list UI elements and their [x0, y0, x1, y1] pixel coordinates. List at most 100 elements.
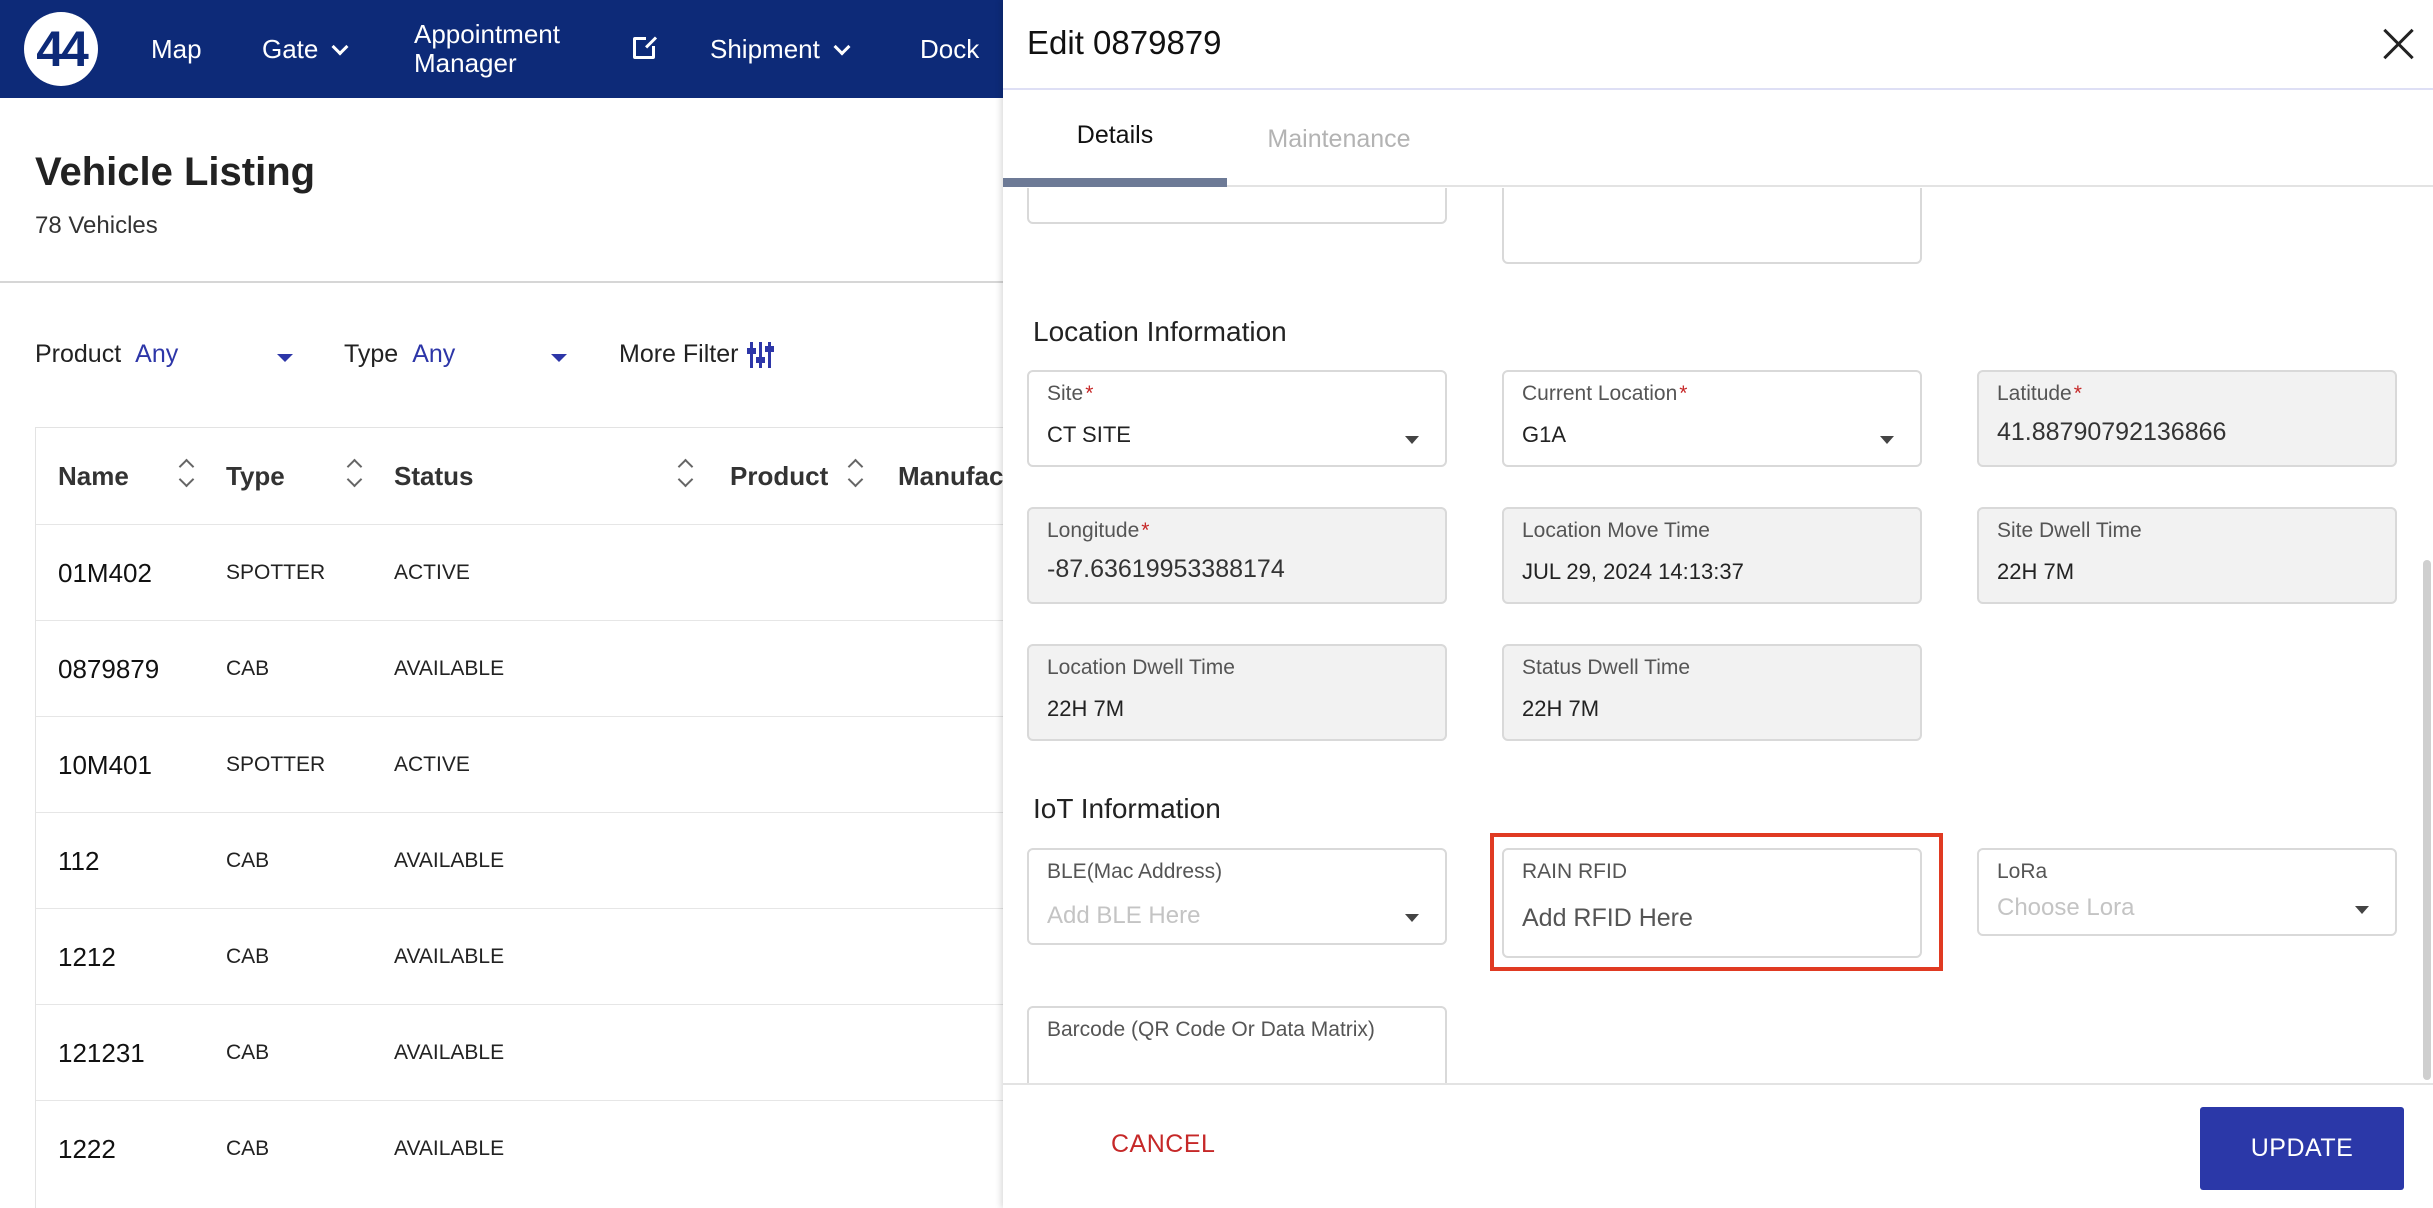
drawer-title: Edit 0879879 [1027, 24, 1222, 61]
nav-item-appointment-manager[interactable]: Appointment Manager [414, 0, 560, 98]
column-header-label: Status [394, 460, 474, 491]
status-dwell-time-field: Status Dwell Time 22H 7M [1502, 644, 1922, 741]
dropdown-arrow-icon[interactable] [2355, 906, 2369, 914]
nav-item-shipment[interactable]: Shipment [710, 0, 851, 98]
close-icon[interactable] [2377, 22, 2421, 66]
latitude-field[interactable]: Latitude* 41.88790792136866 [1977, 370, 2397, 467]
sort-icon[interactable] [178, 458, 194, 488]
dropdown-arrow-icon[interactable] [1880, 436, 1894, 444]
latitude-value: 41.88790792136866 [1997, 418, 2227, 446]
nav-item-map[interactable]: Map [151, 0, 202, 98]
cell-status: AVAILABLE [394, 1041, 505, 1064]
external-link-icon[interactable] [633, 34, 658, 59]
table-row[interactable]: 0879879 CAB AVAILABLE [36, 620, 1004, 716]
iot-section-title: IoT Information [1033, 793, 1221, 824]
cell-status: ACTIVE [394, 561, 470, 584]
product-filter-label: Product [35, 340, 122, 368]
cell-type: CAB [226, 849, 270, 872]
cancel-button[interactable]: CANCEL [1111, 1130, 1215, 1159]
barcode-label: Barcode (QR Code Or Data Matrix) [1047, 1018, 1375, 1041]
sort-icon[interactable] [677, 458, 693, 488]
edit-vehicle-drawer: Edit 0879879 Details Maintenance Locatio… [1003, 0, 2433, 1208]
longitude-field[interactable]: Longitude* -87.63619953388174 [1027, 507, 1447, 604]
current-location-label: Current Location* [1522, 382, 1688, 405]
filter-sliders-icon [747, 341, 775, 368]
ble-placeholder: Add BLE Here [1047, 902, 1201, 929]
ble-mac-address-select[interactable]: BLE(Mac Address) Add BLE Here [1027, 848, 1447, 945]
column-header-product[interactable]: Product [730, 428, 828, 524]
nav-item-dock[interactable]: Dock [920, 0, 979, 98]
type-filter-value[interactable]: Any [412, 340, 455, 369]
drawer-scrollbar[interactable] [2423, 560, 2431, 1080]
current-location-select[interactable]: Current Location* G1A [1502, 370, 1922, 467]
cell-name: 112 [58, 845, 100, 876]
sort-icon[interactable] [847, 458, 863, 488]
app-logo[interactable]: 44 [24, 12, 98, 86]
drawer-header: Edit 0879879 [1003, 0, 2433, 90]
location-dwell-time-label: Location Dwell Time [1047, 656, 1235, 679]
scrolled-field-partial[interactable] [1027, 188, 1447, 224]
location-move-time-value: JUL 29, 2024 14:13:37 [1522, 559, 1744, 584]
lora-label: LoRa [1997, 860, 2048, 883]
chevron-down-icon [833, 38, 851, 56]
column-header-label: Manufact [898, 460, 1013, 491]
cell-type: CAB [226, 1041, 270, 1064]
sort-icon[interactable] [346, 458, 362, 488]
longitude-value: -87.63619953388174 [1047, 555, 1285, 583]
cell-status: AVAILABLE [394, 945, 505, 968]
nav-item-label: Appointment [414, 19, 560, 49]
product-filter-caret-icon[interactable] [277, 354, 293, 362]
nav-item-label: Shipment [710, 33, 820, 64]
more-filter-button[interactable]: More Filter [619, 340, 775, 369]
product-filter-value[interactable]: Any [135, 340, 178, 369]
cell-type: CAB [226, 657, 270, 680]
scrolled-textarea-partial[interactable] [1502, 188, 1922, 264]
tab-details[interactable]: Details [1003, 92, 1227, 187]
barcode-input[interactable]: Barcode (QR Code Or Data Matrix) [1027, 1006, 1447, 1083]
type-filter-caret-icon[interactable] [551, 354, 567, 362]
drawer-tabs: Details Maintenance [1003, 92, 2433, 187]
cell-status: AVAILABLE [394, 657, 505, 680]
nav-item-label: Manager [414, 48, 517, 78]
drawer-footer: CANCEL UPDATE [1003, 1083, 2433, 1208]
table-row[interactable]: 1212 CAB AVAILABLE [36, 908, 1004, 1004]
cell-name: 121231 [58, 1037, 145, 1068]
update-button[interactable]: UPDATE [2200, 1107, 2404, 1190]
table-row[interactable]: 10M401 SPOTTER ACTIVE [36, 716, 1004, 812]
nav-item-gate[interactable]: Gate [262, 0, 349, 98]
type-filter[interactable]: Type Any [344, 340, 455, 369]
location-dwell-time-field: Location Dwell Time 22H 7M [1027, 644, 1447, 741]
tab-maintenance[interactable]: Maintenance [1227, 92, 1451, 187]
vehicle-count: 78 Vehicles [35, 212, 158, 239]
cell-type: CAB [226, 1137, 270, 1160]
location-dwell-time-value: 22H 7M [1047, 696, 1125, 721]
column-header-status[interactable]: Status [394, 428, 473, 524]
column-header-manufacturer[interactable]: Manufact [898, 428, 1012, 524]
table-row[interactable]: 121231 CAB AVAILABLE [36, 1004, 1004, 1100]
product-filter[interactable]: Product Any [35, 340, 178, 369]
lora-placeholder: Choose Lora [1997, 894, 2135, 921]
table-row[interactable]: 112 CAB AVAILABLE [36, 812, 1004, 908]
cell-name: 01M402 [58, 557, 152, 588]
status-dwell-time-value: 22H 7M [1522, 696, 1600, 721]
dropdown-arrow-icon[interactable] [1405, 436, 1419, 444]
site-select[interactable]: Site* CT SITE [1027, 370, 1447, 467]
nav-item-label: Gate [262, 33, 319, 64]
vehicle-table: Name Type Status Product Manufact 01M402… [35, 427, 1012, 1208]
page-title: Vehicle Listing [35, 150, 316, 194]
table-row[interactable]: 01M402 SPOTTER ACTIVE [36, 524, 1004, 620]
cell-name: 1212 [58, 941, 116, 972]
cell-type: SPOTTER [226, 753, 326, 776]
column-header-label: Product [730, 460, 829, 491]
table-row[interactable]: 1222 CAB AVAILABLE [36, 1100, 1004, 1196]
chevron-down-icon [331, 38, 349, 56]
column-header-label: Name [58, 460, 129, 491]
column-header-type[interactable]: Type [226, 428, 285, 524]
column-header-name[interactable]: Name [58, 428, 129, 524]
ble-label: BLE(Mac Address) [1047, 860, 1223, 883]
lora-select[interactable]: LoRa Choose Lora [1977, 848, 2397, 936]
cell-name: 10M401 [58, 749, 152, 780]
dropdown-arrow-icon[interactable] [1405, 914, 1419, 922]
status-dwell-time-label: Status Dwell Time [1522, 656, 1691, 679]
cell-name: 0879879 [58, 653, 160, 684]
